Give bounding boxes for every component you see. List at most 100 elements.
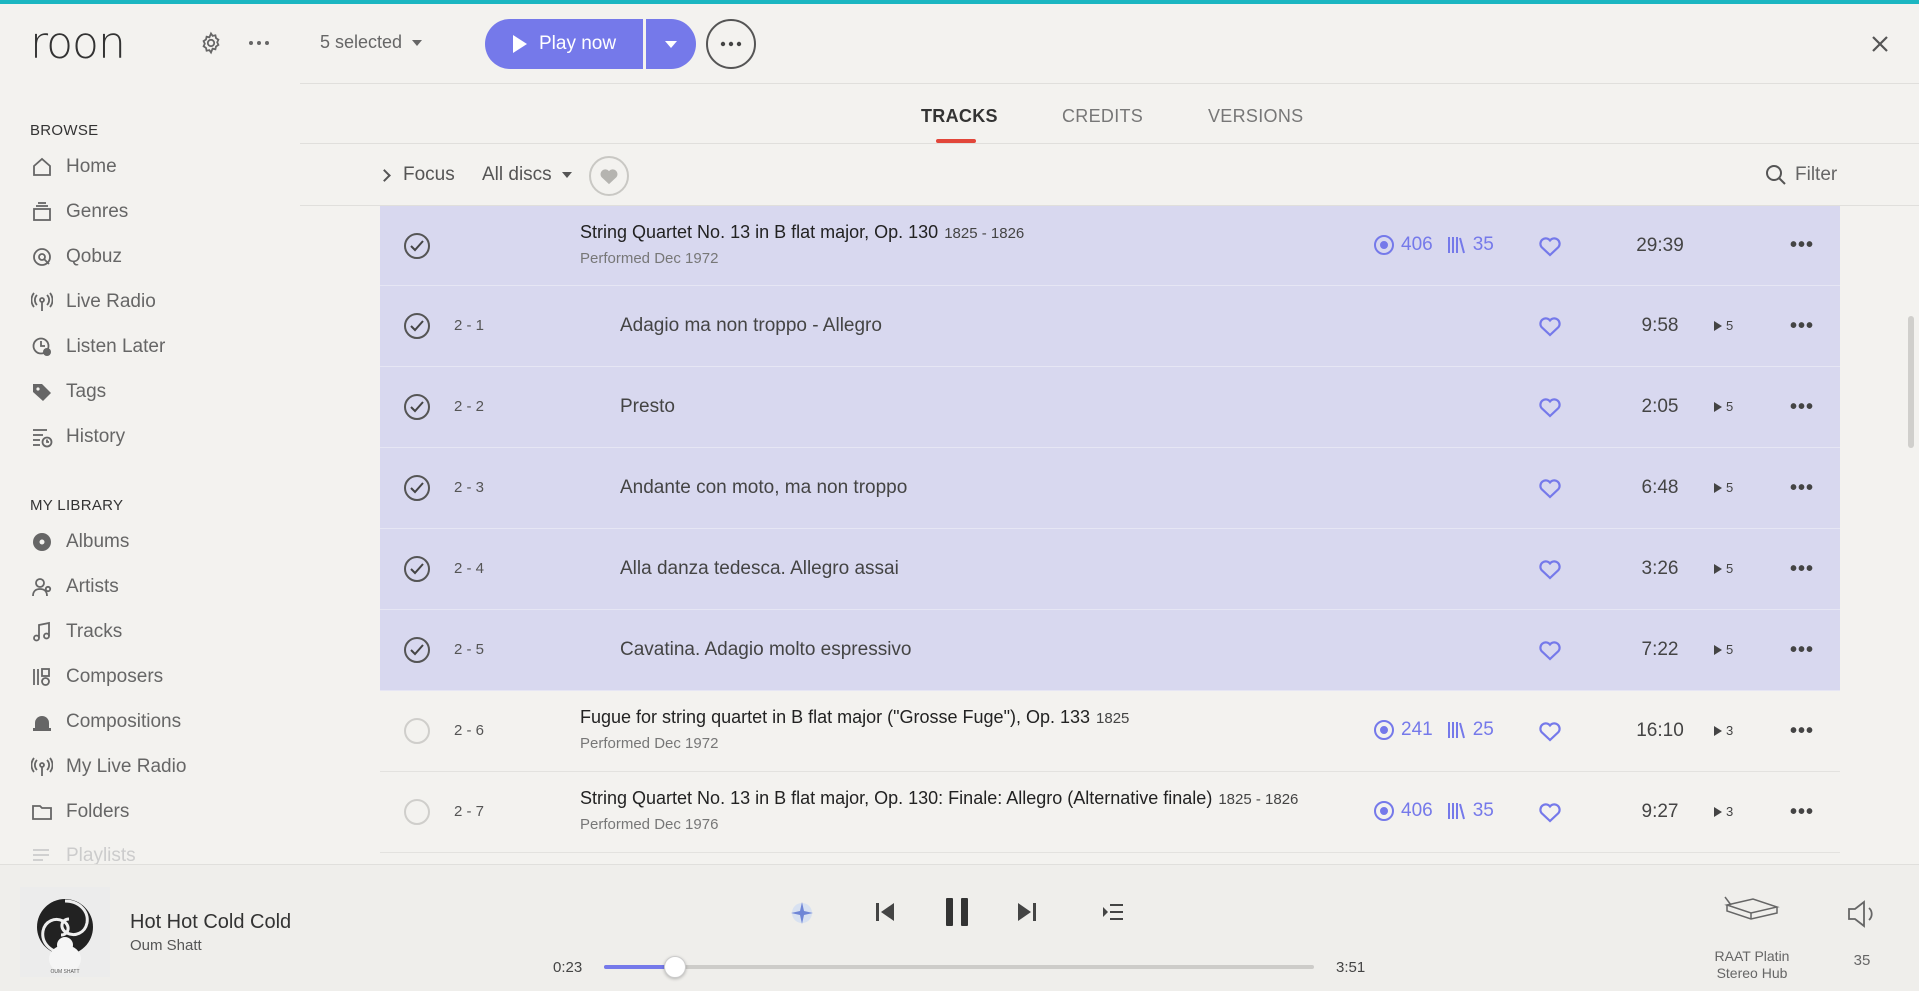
sidebar-item-qobuz[interactable]: Qobuz [30,242,122,272]
table-row[interactable]: 2 - 7 String Quartet No. 13 in B flat ma… [380,772,1840,853]
more-horizontal-icon[interactable]: ••• [1782,800,1822,824]
more-horizontal-icon[interactable]: ••• [1782,719,1822,743]
disc-filter-dropdown[interactable]: All discs [482,164,572,186]
tab-versions[interactable]: VERSIONS [1208,106,1303,127]
row-checkbox[interactable] [404,799,430,825]
track-number: 2 - 1 [454,317,485,334]
track-title[interactable]: Cavatina. Adagio molto espressivo [620,639,912,661]
row-checkbox[interactable] [404,232,430,259]
row-checkbox[interactable] [404,475,430,501]
heart-icon[interactable] [1538,558,1562,580]
sidebar-item-compositions[interactable]: Compositions [30,707,181,737]
table-row[interactable]: 2 - 4 Alla danza tedesca. Allegro assai … [380,529,1840,610]
track-duration: 7:22 [1641,639,1679,660]
gear-icon[interactable] [196,28,226,58]
album-art[interactable]: OUM SHATT [20,887,110,977]
volume-control[interactable]: 35 [1838,899,1886,969]
heart-icon[interactable] [1538,477,1562,499]
work-title[interactable]: String Quartet No. 13 in B flat major, O… [580,222,1024,243]
track-title[interactable]: Adagio ma non troppo - Allegro [620,315,882,337]
sidebar-item-folders[interactable]: Folders [30,797,129,827]
table-row[interactable]: String Quartet No. 13 in B flat major, O… [380,206,1840,286]
pause-icon[interactable] [940,895,974,929]
table-row[interactable]: 2 - 5 Cavatina. Adagio molto espressivo … [380,610,1840,691]
more-horizontal-icon[interactable]: ••• [1782,395,1822,419]
focus-button[interactable]: Focus [378,164,455,186]
more-horizontal-icon[interactable]: ••• [1782,476,1822,500]
heart-icon[interactable] [1538,235,1562,257]
sidebar-item-history[interactable]: History [30,422,125,452]
versions-stat[interactable]: 35 [1445,800,1494,822]
more-horizontal-icon[interactable]: ••• [1782,234,1822,258]
table-row[interactable]: 2 - 6 Fugue for string quartet in B flat… [380,691,1840,772]
sidebar-item-composers[interactable]: Composers [30,662,163,692]
heart-icon[interactable] [1538,639,1562,661]
work-title[interactable]: String Quartet No. 13 in B flat major, O… [580,788,1298,809]
header: roon 5 selected Play now [0,4,1919,84]
sidebar-item-tracks[interactable]: Tracks [30,617,122,647]
close-icon[interactable] [1866,30,1894,58]
sidebar-item-genres[interactable]: Genres [30,197,128,227]
selection-count-label: 5 selected [320,32,403,52]
versions-stat[interactable]: 25 [1445,719,1494,741]
tab-tracks[interactable]: TRACKS [921,106,998,127]
roon-logo[interactable]: roon [30,22,126,66]
selection-dropdown[interactable]: 5 selected [320,32,423,53]
play-icon [1714,482,1722,493]
previous-track-icon[interactable] [872,899,898,925]
more-horizontal-icon[interactable]: ••• [1782,314,1822,338]
performances-count: 241 [1401,719,1433,740]
scrollbar-thumb[interactable] [1908,316,1914,448]
next-track-icon[interactable] [1014,899,1040,925]
table-row[interactable]: 2 - 1 Adagio ma non troppo - Allegro 9:5… [380,286,1840,367]
tab-credits[interactable]: CREDITS [1062,106,1143,127]
row-checkbox[interactable] [404,556,430,582]
filter-button[interactable]: Filter [1765,164,1837,186]
row-checkbox[interactable] [404,313,430,339]
heart-icon[interactable] [1538,396,1562,418]
progress-bar[interactable] [604,956,1314,978]
progress-handle[interactable] [664,956,686,978]
heart-icon[interactable] [1538,720,1562,742]
sidebar-item-my-live-radio[interactable]: My Live Radio [30,752,186,782]
sidebar-item-label: Tracks [66,621,123,642]
tag-icon [30,380,54,404]
sidebar-item-artists[interactable]: Artists [30,572,119,602]
sidebar-item-live-radio[interactable]: Live Radio [30,287,156,317]
row-checkbox[interactable] [404,394,430,420]
now-playing-artist[interactable]: Oum Shatt [130,937,202,954]
sidebar-item-tags[interactable]: Tags [30,377,106,407]
play-options-dropdown-button[interactable] [646,19,696,69]
track-title[interactable]: Alla danza tedesca. Allegro assai [620,558,899,580]
sidebar-item-playlists[interactable]: Playlists [30,841,136,864]
sidebar-item-albums[interactable]: Albums [30,527,129,557]
more-horizontal-icon[interactable]: ••• [1782,557,1822,581]
favorites-filter-button[interactable] [589,156,629,196]
table-row[interactable]: 2 - 3 Andante con moto, ma non troppo 6:… [380,448,1840,529]
dsp-sparkle-icon[interactable] [786,897,818,929]
performances-stat[interactable]: 406 [1373,800,1433,822]
queue-icon[interactable] [1099,900,1127,924]
play-now-button[interactable]: Play now [485,19,643,69]
now-playing-title[interactable]: Hot Hot Cold Cold [130,911,291,934]
track-title[interactable]: Presto [620,396,675,418]
row-checkbox[interactable] [404,637,430,663]
more-horizontal-icon[interactable] [244,28,274,58]
sidebar-item-listen-later[interactable]: Listen Later [30,332,165,362]
heart-icon[interactable] [1538,801,1562,823]
work-title[interactable]: Fugue for string quartet in B flat major… [580,707,1129,728]
more-actions-button[interactable] [706,19,756,69]
more-horizontal-icon[interactable]: ••• [1782,638,1822,662]
performances-stat[interactable]: 406 [1373,234,1433,256]
heart-icon[interactable] [1538,315,1562,337]
row-checkbox[interactable] [404,718,430,744]
performances-stat[interactable]: 241 [1373,719,1433,741]
track-title[interactable]: Andante con moto, ma non troppo [620,477,907,499]
sidebar-item-home[interactable]: Home [30,152,117,182]
table-row[interactable]: 2 - 2 Presto 2:05 5 ••• [380,367,1840,448]
play-count-value: 5 [1726,642,1734,657]
versions-stat[interactable]: 35 [1445,234,1494,256]
versions-count: 35 [1472,800,1494,821]
zone-selector[interactable]: RAAT Platin Stereo Hub [1700,895,1804,982]
active-tab-indicator [936,139,976,143]
